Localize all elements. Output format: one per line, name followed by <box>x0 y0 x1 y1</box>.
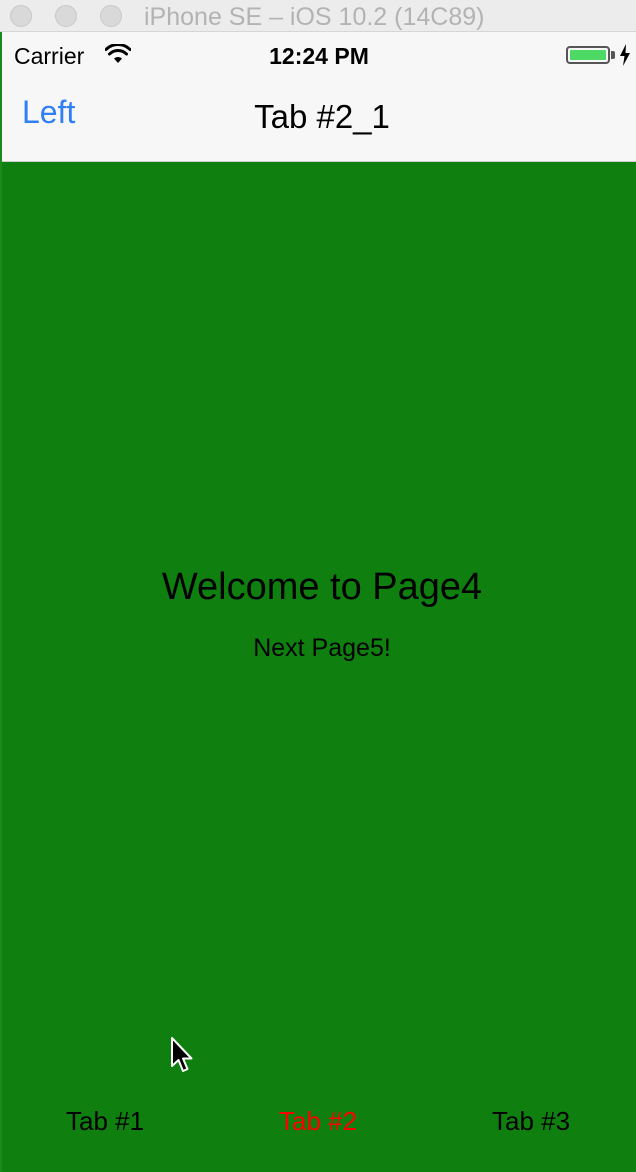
battery-fill <box>570 50 606 60</box>
tab-1[interactable]: Tab #1 <box>66 1106 144 1137</box>
simulator-window: iPhone SE – iOS 10.2 (14C89) Carrier 12:… <box>0 0 636 1172</box>
tab-bar: Tab #1 Tab #2 Tab #3 <box>2 1106 636 1146</box>
nav-title: Tab #2_1 <box>254 98 390 135</box>
next-page-link[interactable]: Next Page5! <box>2 634 636 663</box>
window-title: iPhone SE – iOS 10.2 (14C89) <box>144 3 485 31</box>
battery-icon <box>566 46 610 64</box>
minimize-window-button[interactable] <box>55 5 77 27</box>
page-content: Welcome to Page4 Next Page5! Tab #1 Tab … <box>2 162 636 1172</box>
mouse-pointer-icon <box>171 1037 193 1072</box>
tab-3[interactable]: Tab #3 <box>492 1106 570 1137</box>
battery-tip <box>611 51 615 59</box>
lightning-bolt-icon <box>620 44 630 66</box>
zoom-window-button[interactable] <box>100 5 122 27</box>
tab-2[interactable]: Tab #2 <box>279 1106 357 1137</box>
status-and-nav-bar: Carrier 12:24 PM Left Tab #2_1 <box>2 32 636 162</box>
status-time: 12:24 PM <box>269 43 369 69</box>
window-titlebar: iPhone SE – iOS 10.2 (14C89) <box>0 0 636 32</box>
close-window-button[interactable] <box>10 5 32 27</box>
page-heading: Welcome to Page4 <box>161 566 483 608</box>
